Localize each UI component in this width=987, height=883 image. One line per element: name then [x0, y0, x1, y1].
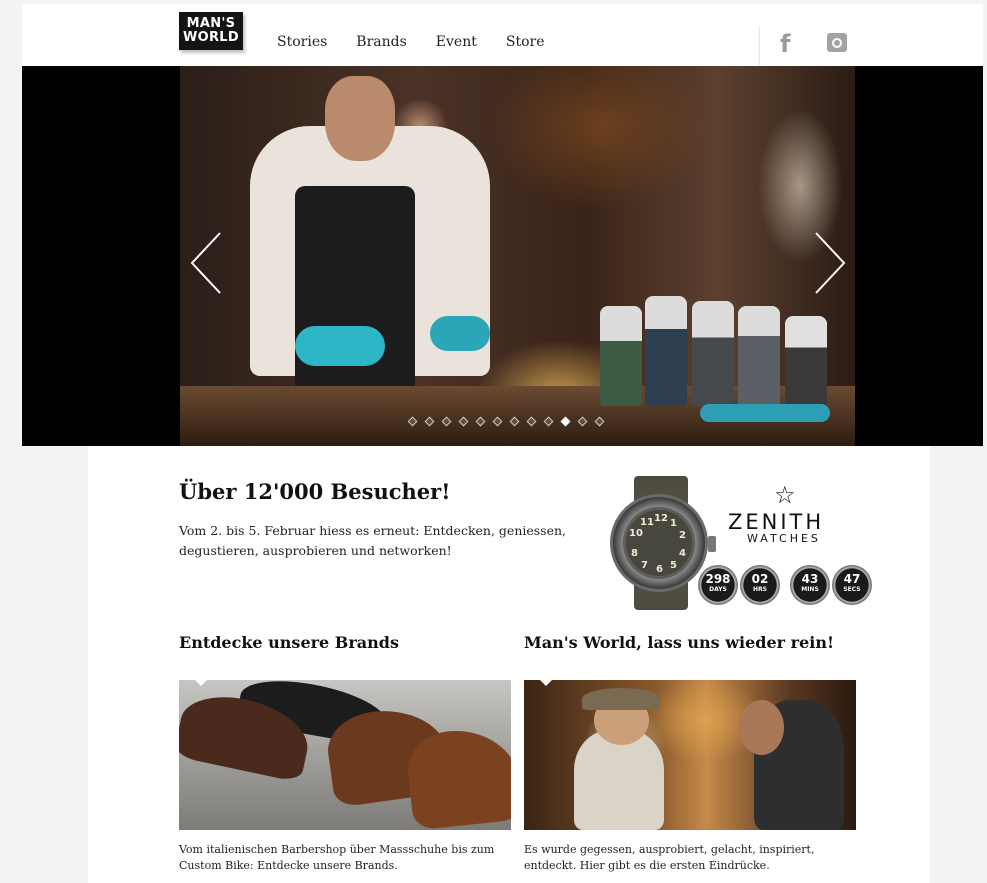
dial-numeral: 2 — [679, 530, 686, 541]
dial-numeral: 1 — [670, 518, 677, 529]
instagram-icon[interactable] — [827, 33, 847, 52]
mans-world-logo[interactable]: MAN'S WORLD — [179, 12, 243, 50]
countdown-value: 47 — [843, 572, 861, 586]
countdown-mins: 43 MINS — [790, 565, 830, 605]
star-icon: ☆ — [774, 481, 796, 509]
slider-dot[interactable] — [594, 416, 605, 427]
countdown-timer: 298 DAYS 02 HRS 43 MINS 47 SECS — [698, 565, 872, 605]
event-section-title[interactable]: Man's World, lass uns wieder rein! — [524, 633, 834, 652]
dial-numeral: 7 — [641, 560, 648, 571]
nav-item-event[interactable]: Event — [436, 34, 477, 50]
main-content: Über 12'000 Besucher! Vom 2. bis 5. Febr… — [88, 446, 930, 883]
hero-bottle — [692, 301, 734, 406]
social-divider — [759, 26, 760, 66]
slider-dots — [407, 416, 605, 427]
chevron-right-icon[interactable] — [812, 231, 848, 295]
countdown-label: MINS — [801, 586, 819, 593]
person-shape — [574, 730, 664, 830]
hero-bottle — [645, 296, 687, 406]
dial-numeral: 6 — [656, 564, 663, 575]
brands-card-text: Vom italienischen Barbershop über Masssc… — [179, 843, 495, 872]
hero-image — [180, 66, 855, 446]
dial-numeral: 4 — [679, 548, 686, 559]
hero-bottle — [738, 306, 780, 406]
countdown-hours: 02 HRS — [740, 565, 780, 605]
page-title: Über 12'000 Besucher! — [179, 479, 451, 504]
countdown-label: HRS — [753, 586, 767, 593]
hero-insole — [700, 404, 830, 422]
countdown-secs: 47 SECS — [832, 565, 872, 605]
hero-figure-glove — [295, 326, 385, 366]
logo-line-1: MAN'S — [186, 16, 236, 31]
dial-numeral: 10 — [629, 528, 643, 539]
countdown-days: 298 DAYS — [698, 565, 738, 605]
slider-dot[interactable] — [441, 416, 452, 427]
brands-section-title[interactable]: Entdecke unsere Brands — [179, 633, 399, 652]
brands-card-image[interactable] — [179, 680, 511, 830]
event-card-text: Es wurde gegessen, ausprobiert, gelacht,… — [524, 843, 815, 872]
watch-dial: 12 1 2 4 5 6 7 8 10 11 — [626, 510, 692, 576]
logo-line-2: WORLD — [183, 30, 239, 45]
zenith-wordmark: ZENITH — [728, 510, 825, 534]
dial-numeral: 8 — [631, 548, 638, 559]
slider-dot[interactable] — [475, 416, 486, 427]
hero-bottle — [600, 306, 642, 406]
zenith-subline: WATCHES — [747, 532, 821, 545]
hero-slider — [22, 66, 983, 446]
nav-item-store[interactable]: Store — [506, 34, 545, 50]
slider-dot[interactable] — [526, 416, 537, 427]
chevron-left-icon[interactable] — [188, 231, 224, 295]
countdown-value: 298 — [705, 572, 731, 586]
hat-shape — [582, 688, 660, 710]
slider-dot[interactable] — [492, 416, 503, 427]
hero-figure-glove-2 — [430, 316, 490, 351]
slider-dot[interactable] — [577, 416, 588, 427]
dial-numeral: 12 — [654, 513, 668, 524]
slider-dot[interactable] — [509, 416, 520, 427]
dial-numeral: 5 — [670, 560, 677, 571]
countdown-label: SECS — [843, 586, 861, 593]
facebook-icon[interactable]: f — [780, 30, 790, 58]
hero-bottle — [785, 316, 827, 406]
hero-figure-apron — [295, 186, 415, 416]
zenith-ad-banner[interactable]: 12 1 2 4 5 6 7 8 10 11 ☆ ZENITH WATCHES … — [608, 476, 872, 612]
countdown-label: DAYS — [709, 586, 727, 593]
intro-text: Vom 2. bis 5. Februar hiess es erneut: E… — [179, 523, 567, 558]
nav-item-brands[interactable]: Brands — [356, 34, 407, 50]
dial-numeral: 11 — [640, 517, 654, 528]
main-nav: Stories Brands Event Store — [277, 34, 544, 50]
hero-figure-head — [325, 76, 395, 161]
slider-dot[interactable] — [543, 416, 554, 427]
slider-dot[interactable] — [560, 416, 571, 427]
slider-dot[interactable] — [407, 416, 418, 427]
watch-crown — [708, 536, 716, 552]
countdown-value: 43 — [801, 572, 819, 586]
countdown-value: 02 — [751, 572, 769, 586]
event-card-image[interactable] — [524, 680, 856, 830]
site-header: MAN'S WORLD Stories Brands Event Store f — [22, 4, 983, 66]
slider-dot[interactable] — [424, 416, 435, 427]
person-head-shape — [739, 700, 784, 755]
slider-dot[interactable] — [458, 416, 469, 427]
nav-item-stories[interactable]: Stories — [277, 34, 327, 50]
